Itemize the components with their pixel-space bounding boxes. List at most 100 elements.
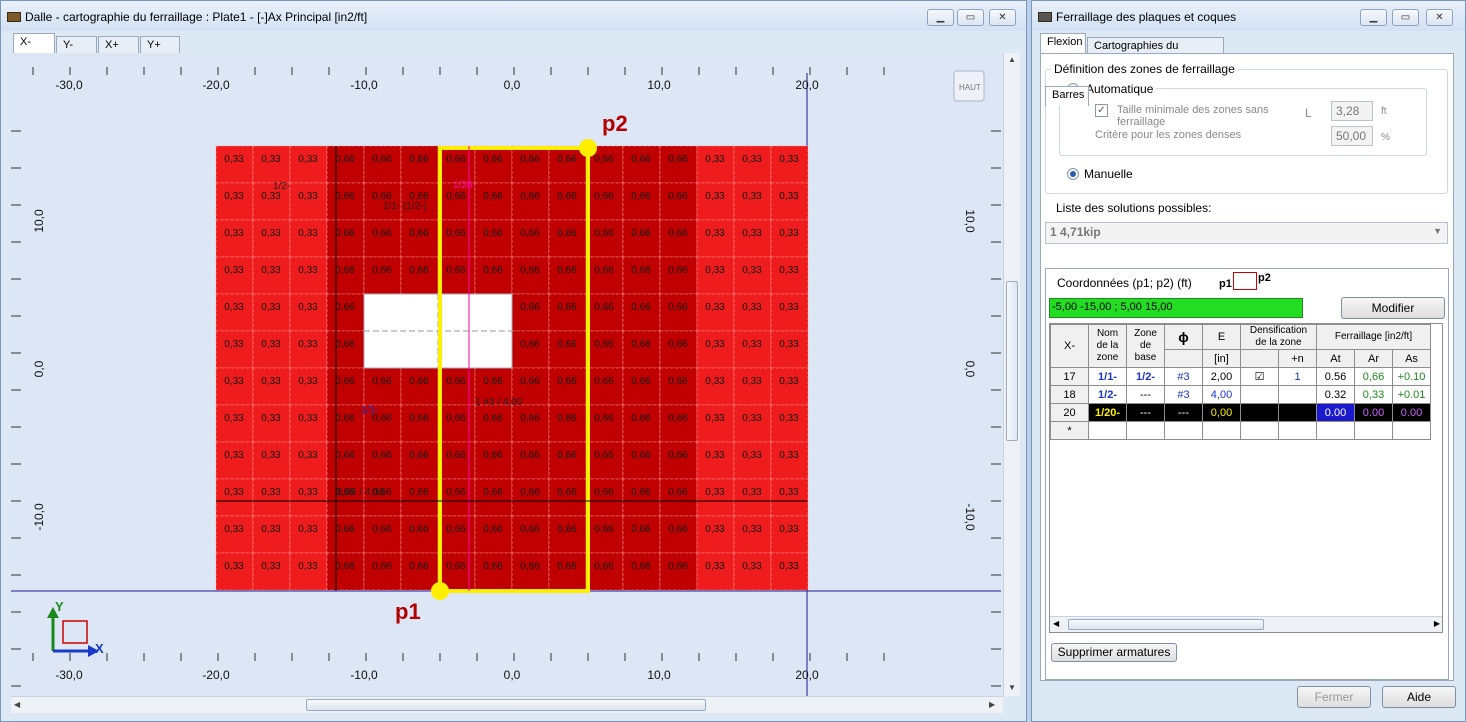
table-row-selected[interactable]: 20 1/20- --- --- 0,00 0.00 0.00 0.00 — [1050, 403, 1431, 422]
cell-e[interactable]: 0,00 — [1202, 403, 1241, 422]
dialog-maximize-button[interactable]: ▭ — [1392, 9, 1419, 26]
scroll-left-icon[interactable]: ◀ — [14, 700, 20, 709]
coord-label: Coordonnées (p1; p2) (ft) — [1057, 276, 1192, 290]
cell-n[interactable]: 1 — [1278, 367, 1317, 386]
app-icon — [7, 12, 21, 22]
map-cell-value: 0,66 — [409, 265, 429, 276]
map-cell-value: 0,33 — [742, 265, 762, 276]
fermer-button[interactable]: Fermer — [1297, 686, 1371, 708]
axis-tick-bottom: 20,0 — [795, 668, 819, 682]
horizontal-scrollbar[interactable]: ◀ ▶ — [11, 696, 1003, 713]
p2-handle[interactable] — [579, 139, 597, 157]
supprimer-button[interactable]: Supprimer armatures — [1051, 643, 1177, 662]
cell-phi[interactable]: #3 — [1164, 367, 1203, 386]
cell-nom[interactable]: 1/20- — [1088, 403, 1127, 422]
cell-dens-checkbox[interactable]: ☑ — [1240, 367, 1279, 386]
cell-dens[interactable] — [1240, 403, 1279, 422]
table-scroll-left-icon[interactable]: ◀ — [1053, 619, 1059, 628]
map-cell-value: 0,66 — [446, 376, 466, 387]
p1-label: p1 — [395, 599, 421, 624]
minimize-button[interactable]: ▁ — [927, 9, 954, 26]
map-cell-value: 0,33 — [742, 302, 762, 313]
table-scroll-right-icon[interactable]: ▶ — [1434, 619, 1440, 628]
taille-input[interactable]: 3,28 — [1331, 101, 1373, 121]
axis-orientation-icon: Y X — [47, 599, 104, 657]
bars-table-container: X- Nom de la zone Zone de base ϕ E Densi… — [1049, 323, 1443, 633]
vertical-scrollbar[interactable]: ▲ ▼ — [1003, 53, 1020, 696]
maximize-button[interactable]: ▭ — [957, 9, 984, 26]
table-row-new[interactable]: * — [1050, 421, 1431, 440]
critere-input[interactable]: 50,00 — [1331, 126, 1373, 146]
map-cell-value: 0,66 — [557, 450, 577, 461]
map-cell-value: 0,66 — [594, 228, 614, 239]
tab-flexion[interactable]: Flexion — [1040, 33, 1086, 53]
cell-n[interactable] — [1278, 403, 1317, 422]
cell-nom[interactable]: 1/2- — [1088, 385, 1127, 404]
axis-y-label: Y — [55, 599, 64, 614]
map-cell-value: 0,66 — [446, 228, 466, 239]
tab-barres[interactable]: Barres — [1045, 86, 1089, 106]
map-cell-value: 0,66 — [372, 524, 392, 535]
tab-y-minus[interactable]: Y- — [56, 36, 97, 54]
scroll-down-icon[interactable]: ▼ — [1008, 683, 1016, 692]
map-cell-value: 0,33 — [224, 228, 244, 239]
table-hscroll[interactable]: ◀ ▶ — [1050, 616, 1442, 632]
horizontal-scroll-thumb[interactable] — [306, 699, 706, 711]
map-window-titlebar[interactable]: Dalle - cartographie du ferraillage : Pl… — [1, 1, 1026, 31]
cell-n[interactable] — [1278, 385, 1317, 404]
map-cell-value: 0,66 — [557, 191, 577, 202]
scroll-right-icon[interactable]: ▶ — [989, 700, 995, 709]
tab-y-plus[interactable]: Y+ — [140, 36, 180, 54]
axis-tick-top: 20,0 — [795, 78, 819, 92]
cell-zone[interactable]: --- — [1126, 385, 1165, 404]
dialog-minimize-button[interactable]: ▁ — [1360, 9, 1387, 26]
map-cell-value: 0,66 — [668, 413, 688, 424]
dialog-close-button[interactable]: ✕ — [1426, 9, 1453, 26]
table-row[interactable]: 18 1/2- --- #3 4,00 0.32 0,33 +0.01 — [1050, 385, 1431, 404]
dialog-titlebar[interactable]: Ferraillage des plaques et coques ▁ ▭ ✕ — [1032, 1, 1465, 31]
modifier-button[interactable]: Modifier — [1341, 297, 1445, 319]
vertical-scroll-thumb[interactable] — [1006, 281, 1018, 441]
cell-e[interactable]: 4,00 — [1202, 385, 1241, 404]
map-canvas[interactable]: -30,0 -20,0 -10,0 0,0 10,0 20,0 -30,0 -20,0 -10,… — [11, 53, 1001, 696]
cell-e[interactable]: 2,00 — [1202, 367, 1241, 386]
sub-as: As — [1392, 349, 1431, 368]
manuelle-radio[interactable] — [1067, 168, 1079, 180]
critere-label: Critère pour les zones denses — [1095, 129, 1242, 141]
p1-handle[interactable] — [431, 582, 449, 600]
taille-checkbox[interactable]: ✓ — [1095, 104, 1108, 117]
chevron-down-icon[interactable]: ▼ — [1433, 226, 1442, 236]
row-number: 17 — [1050, 367, 1089, 386]
table-scroll-thumb[interactable] — [1068, 619, 1264, 630]
cell-at: 0.32 — [1316, 385, 1355, 404]
map-cell-value: 0,33 — [779, 450, 799, 461]
map-cell-value: 0,33 — [705, 228, 725, 239]
bars-table[interactable]: X- Nom de la zone Zone de base ϕ E Densi… — [1050, 324, 1431, 440]
axis-tick-top: 10,0 — [647, 78, 671, 92]
p2-label: p2 — [602, 111, 628, 136]
cell-phi[interactable]: #3 — [1164, 385, 1203, 404]
auto-label[interactable]: Automatique — [1083, 82, 1157, 96]
map-cell-value: 0,33 — [705, 450, 725, 461]
cell-zone[interactable]: 1/2- — [1126, 367, 1165, 386]
scroll-up-icon[interactable]: ▲ — [1008, 55, 1016, 64]
map-cell-value: 0,33 — [298, 154, 318, 165]
tab-x-plus[interactable]: X+ — [98, 36, 139, 54]
coordinates-input[interactable]: -5,00 -15,00 ; 5,00 15,00 — [1049, 298, 1303, 318]
close-button[interactable]: ✕ — [989, 9, 1016, 26]
axis-tick-right: 10,0 — [963, 209, 977, 233]
axis-tick-top: 0,0 — [504, 78, 521, 92]
cell-phi[interactable]: --- — [1164, 403, 1203, 422]
cell-nom[interactable]: 1/1- — [1088, 367, 1127, 386]
manuelle-label[interactable]: Manuelle — [1084, 167, 1133, 181]
taille-label: Taille minimale des zones sans ferrailla… — [1117, 104, 1269, 128]
cell-dens[interactable] — [1240, 385, 1279, 404]
map-cell-value: 0,66 — [335, 450, 355, 461]
tab-x-minus[interactable]: X- — [13, 33, 55, 53]
reinforcement-map[interactable]: -30,0 -20,0 -10,0 0,0 10,0 20,0 -30,0 -20,0 -10,… — [11, 53, 1001, 696]
aide-button[interactable]: Aide — [1382, 686, 1456, 708]
solution-select[interactable]: 1 4,71kip ▼ — [1045, 222, 1448, 244]
table-row[interactable]: 17 1/1- 1/2- #3 2,00 ☑ 1 0.56 0,66 +0.10 — [1050, 367, 1431, 386]
map-cell-value: 0,66 — [631, 524, 651, 535]
cell-zone[interactable]: --- — [1126, 403, 1165, 422]
